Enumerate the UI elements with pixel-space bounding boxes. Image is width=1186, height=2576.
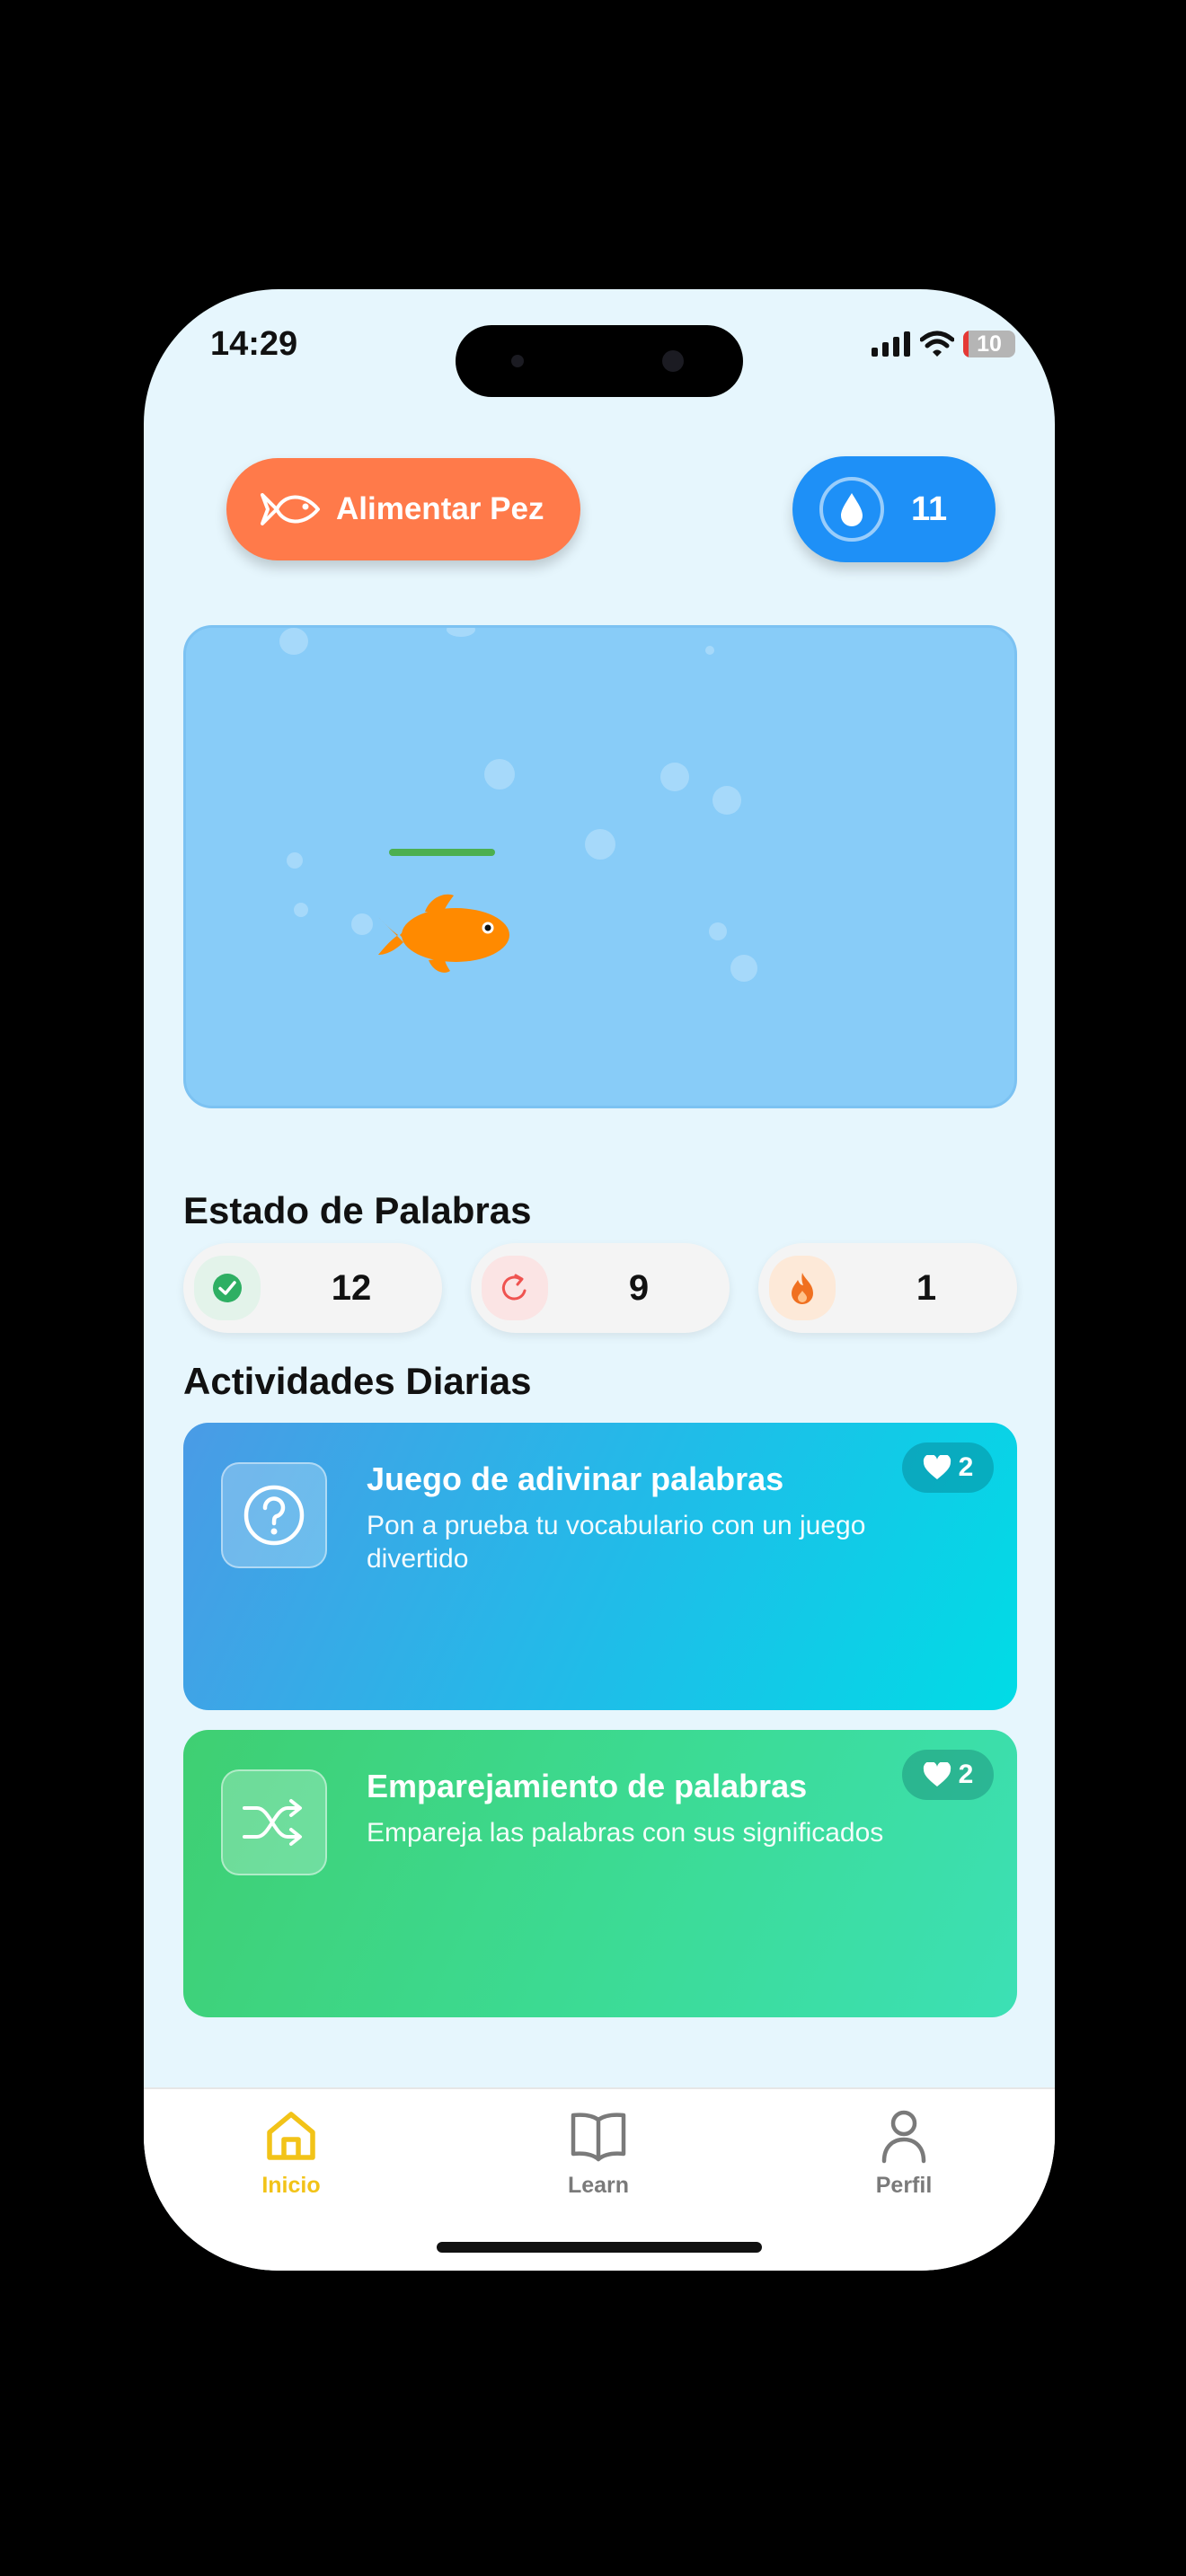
word-status-stats: 12 9 1 — [183, 1243, 1017, 1333]
water-drop-icon — [819, 477, 884, 542]
wifi-icon — [920, 331, 954, 357]
feed-fish-label: Alimentar Pez — [336, 491, 544, 526]
heart-icon — [923, 1455, 951, 1479]
daily-activities-heading: Actividades Diarias — [183, 1360, 532, 1402]
goldfish[interactable] — [373, 888, 509, 975]
bubble — [705, 646, 714, 655]
battery-icon: 10 — [963, 331, 1015, 357]
hearts-count: 2 — [958, 1452, 974, 1482]
water-drops-count: 11 — [911, 490, 948, 528]
check-circle-icon — [194, 1256, 261, 1320]
activity-title: Juego de adivinar palabras — [367, 1460, 784, 1497]
hearts-badge: 2 — [902, 1442, 994, 1493]
tab-perfil[interactable]: Perfil — [814, 2107, 994, 2199]
battery-level: 10 — [977, 331, 1002, 357]
fish-outline-icon — [261, 493, 320, 525]
hearts-count: 2 — [958, 1760, 974, 1789]
activity-description: Empareja las palabras con sus significad… — [367, 1818, 884, 1848]
home-indicator[interactable] — [437, 2242, 762, 2253]
bubble — [447, 628, 475, 637]
stat-learned[interactable]: 12 — [183, 1243, 442, 1333]
activity-description: Pon a prueba tu vocabulario con un juego… — [367, 1511, 866, 1574]
dynamic-island — [456, 325, 743, 397]
stat-streak-value: 1 — [916, 1267, 937, 1308]
book-icon — [571, 2113, 626, 2162]
flame-icon — [769, 1256, 836, 1320]
bubble — [709, 922, 727, 940]
feed-fish-button[interactable]: Alimentar Pez — [226, 458, 580, 560]
activity-card-word-matching[interactable]: Emparejamiento de palabras Empareja las … — [183, 1730, 1017, 2017]
bubble — [730, 955, 757, 982]
tab-inicio[interactable]: Inicio — [201, 2107, 381, 2199]
activity-title: Emparejamiento de palabras — [367, 1768, 808, 1804]
bubble — [294, 903, 308, 917]
refresh-icon — [482, 1256, 548, 1320]
status-bar: 14:29 10 — [144, 289, 1055, 397]
water-drops-counter[interactable]: 11 — [792, 456, 996, 562]
signal-icon — [872, 331, 910, 357]
stat-review[interactable]: 9 — [471, 1243, 730, 1333]
bubble — [351, 913, 373, 935]
food-bar — [389, 849, 495, 856]
phone-screen: 14:29 10 Alimentar Pez 11 Estado de Pala… — [144, 289, 1055, 2271]
aquarium[interactable] — [183, 625, 1017, 1108]
home-icon — [267, 2112, 315, 2160]
camera-dot — [662, 350, 684, 372]
bubble — [712, 786, 741, 815]
tab-learn[interactable]: Learn — [509, 2107, 688, 2199]
stat-learned-value: 12 — [331, 1267, 372, 1308]
stat-streak[interactable]: 1 — [758, 1243, 1017, 1333]
question-circle-icon — [221, 1462, 327, 1568]
stat-review-value: 9 — [628, 1267, 650, 1308]
status-icons: 10 — [872, 331, 1015, 357]
bubble — [660, 763, 689, 791]
bubble — [484, 759, 515, 790]
shuffle-icon — [221, 1769, 327, 1875]
tab-label: Perfil — [875, 2173, 933, 2198]
heart-icon — [923, 1762, 951, 1786]
person-icon — [881, 2110, 926, 2164]
bubble — [279, 628, 308, 655]
sensor-dot — [511, 355, 524, 367]
word-status-heading: Estado de Palabras — [183, 1189, 532, 1231]
bubble — [585, 829, 615, 860]
bubble — [287, 852, 303, 869]
hearts-badge: 2 — [902, 1750, 994, 1800]
tab-label: Learn — [567, 2173, 630, 2198]
activity-card-guess-word[interactable]: Juego de adivinar palabras Pon a prueba … — [183, 1423, 1017, 1710]
status-time: 14:29 — [210, 325, 298, 363]
tab-label: Inicio — [261, 2173, 321, 2198]
